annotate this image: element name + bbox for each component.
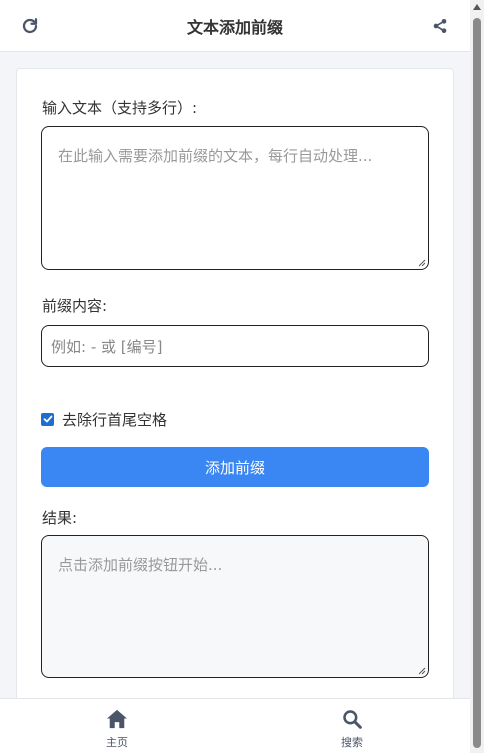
resize-grip-icon[interactable] <box>418 667 426 675</box>
check-icon <box>43 415 52 423</box>
prefix-input-placeholder: 例如: - 或 [编号] <box>51 338 163 356</box>
input-text-label: 输入文本（支持多行）: <box>42 99 198 117</box>
resize-grip-icon[interactable] <box>418 259 426 267</box>
result-textarea-placeholder: 点击添加前缀按钮开始... <box>58 556 223 574</box>
trim-option[interactable]: 去除行首尾空格 <box>41 409 167 429</box>
result-textarea[interactable]: 点击添加前缀按钮开始... <box>41 535 429 678</box>
prefix-input[interactable]: 例如: - 或 [编号] <box>41 325 429 367</box>
nav-item-home[interactable]: 主页 <box>87 709 147 753</box>
share-icon[interactable] <box>430 16 450 36</box>
nav-label-home: 主页 <box>106 736 128 749</box>
app-header: 文本添加前缀 <box>0 0 470 52</box>
trim-checkbox[interactable] <box>41 412 54 426</box>
add-prefix-button[interactable]: 添加前缀 <box>41 447 429 487</box>
nav-label-search: 搜索 <box>341 736 363 749</box>
page-title: 文本添加前缀 <box>186 17 283 37</box>
scrollbar-thumb[interactable] <box>473 18 481 748</box>
search-icon <box>343 710 362 729</box>
input-textarea[interactable]: 在此输入需要添加前缀的文本，每行自动处理... <box>41 126 429 270</box>
scroll-up-icon[interactable] <box>473 4 481 10</box>
result-label: 结果: <box>42 509 78 527</box>
trim-checkbox-label: 去除行首尾空格 <box>62 410 168 429</box>
form-card: 输入文本（支持多行）: 在此输入需要添加前缀的文本，每行自动处理... 前缀内容… <box>16 68 454 753</box>
nav-item-search[interactable]: 搜索 <box>322 709 382 753</box>
refresh-icon[interactable] <box>20 16 40 36</box>
prefix-label: 前缀内容: <box>42 297 108 315</box>
bottom-nav: 主页 搜索 <box>0 698 470 753</box>
input-textarea-placeholder: 在此输入需要添加前缀的文本，每行自动处理... <box>58 147 373 165</box>
scrollbar[interactable] <box>470 0 484 753</box>
home-icon <box>107 709 127 729</box>
